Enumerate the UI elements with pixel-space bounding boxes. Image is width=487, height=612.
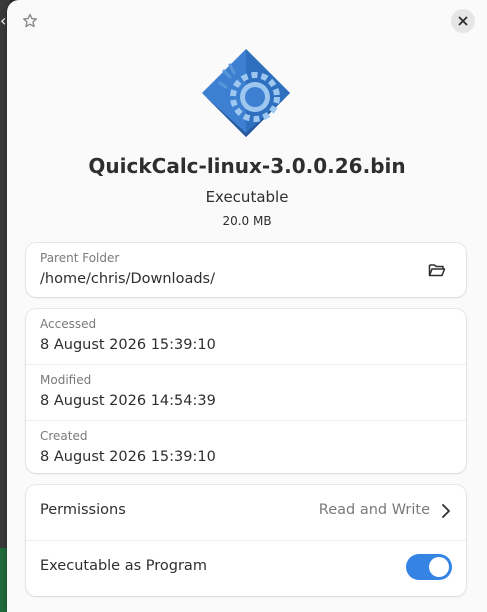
star-outline-icon <box>23 13 37 28</box>
modified-value: 8 August 2026 14:54:39 <box>40 393 216 409</box>
chevron-right-icon <box>442 504 450 518</box>
date-row-created: Created 8 August 2026 15:39:10 <box>26 421 466 476</box>
created-label: Created <box>40 429 88 443</box>
file-name: QuickCalc-linux-3.0.0.26.bin <box>88 154 406 178</box>
executable-row: Executable as Program <box>26 541 466 596</box>
file-type: Executable <box>205 188 289 206</box>
date-row-modified: Modified 8 August 2026 14:54:39 <box>26 365 466 421</box>
parent-folder-label: Parent Folder <box>40 251 120 265</box>
executable-label: Executable as Program <box>40 558 207 574</box>
gear-application-icon <box>202 49 290 137</box>
open-folder-icon[interactable] <box>428 262 446 278</box>
file-size: 20.0 MB <box>222 214 272 228</box>
date-row-accessed: Accessed 8 August 2026 15:39:10 <box>26 309 466 365</box>
parent-folder-value: /home/chris/Downloads/ <box>40 271 215 287</box>
close-icon <box>458 16 468 26</box>
modified-label: Modified <box>40 373 92 387</box>
executable-toggle[interactable] <box>406 554 452 580</box>
parent-folder-row: Parent Folder /home/chris/Downloads/ <box>26 243 466 297</box>
permissions-card: Permissions Read and Write Executable as… <box>26 485 466 596</box>
dates-card: Accessed 8 August 2026 15:39:10 Modified… <box>26 309 466 473</box>
star-button[interactable] <box>19 10 41 32</box>
created-value: 8 August 2026 15:39:10 <box>40 449 216 465</box>
permissions-row[interactable]: Permissions Read and Write <box>26 485 466 541</box>
accessed-label: Accessed <box>40 317 97 331</box>
file-properties-dialog: QuickCalc-linux-3.0.0.26.bin Executable … <box>7 0 487 612</box>
toggle-knob <box>429 557 449 577</box>
permissions-value: Read and Write <box>318 502 430 518</box>
accessed-value: 8 August 2026 15:39:10 <box>40 337 216 353</box>
permissions-label: Permissions <box>40 502 126 518</box>
close-button[interactable] <box>451 9 475 33</box>
location-card: Parent Folder /home/chris/Downloads/ <box>26 243 466 297</box>
